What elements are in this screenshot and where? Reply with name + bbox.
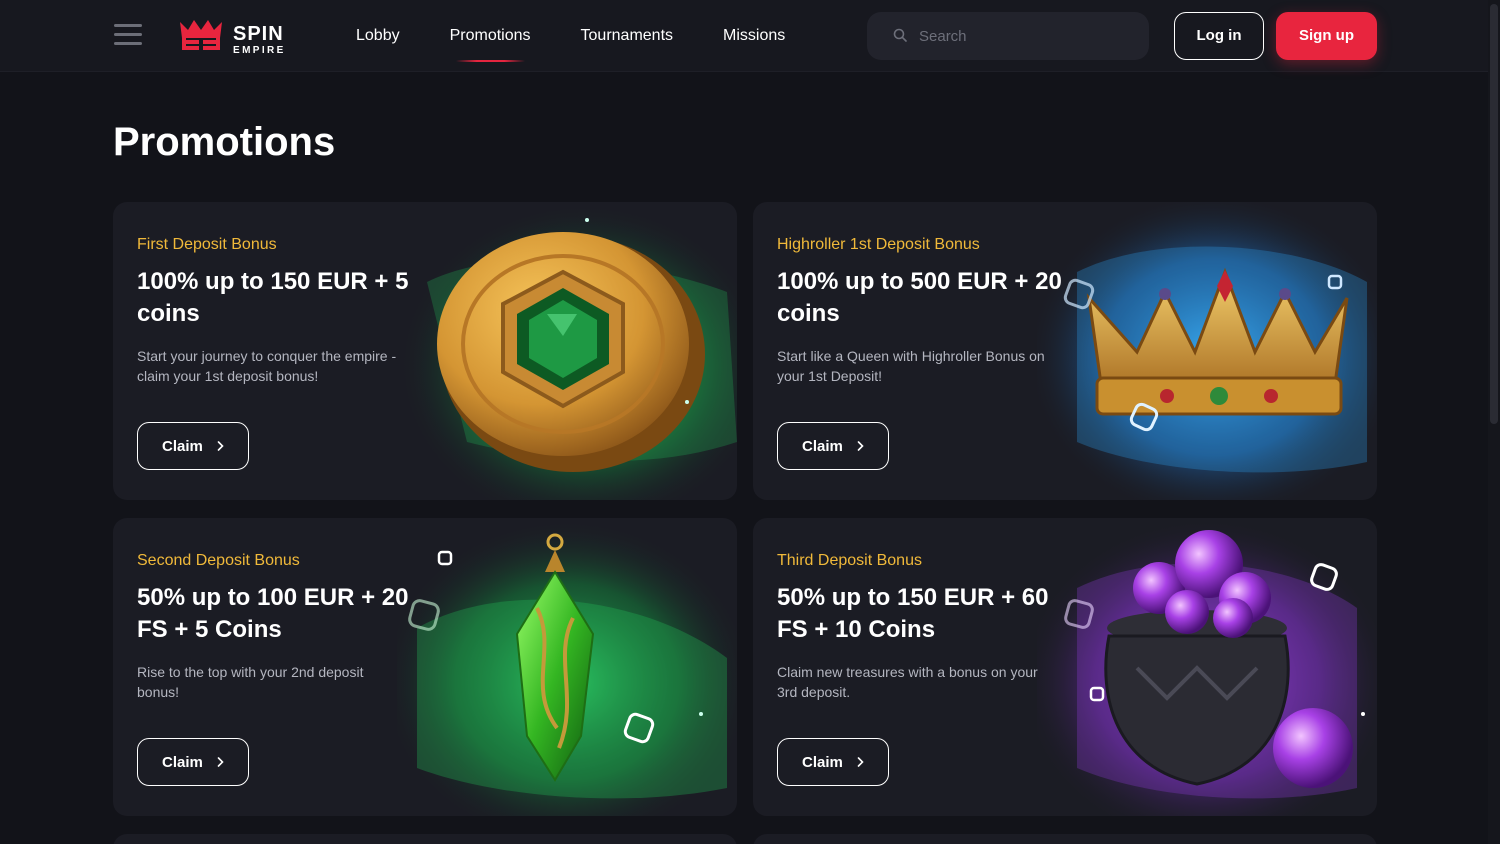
promo-headline: 100% up to 150 EUR + 5 coins bbox=[137, 268, 409, 327]
promo-description: Claim new treasures with a bonus on your… bbox=[777, 664, 1038, 700]
login-button[interactable]: Log in bbox=[1174, 12, 1264, 60]
promo-category: First Deposit Bonus bbox=[137, 236, 277, 253]
promo-card: First Deposit Bonus 100% up to 150 EUR +… bbox=[113, 202, 737, 500]
page-title: Promotions bbox=[113, 120, 336, 164]
nav-missions[interactable]: Missions bbox=[723, 0, 785, 72]
nav-lobby[interactable]: Lobby bbox=[356, 0, 400, 72]
cauldron-purple-orbs-image bbox=[1037, 518, 1377, 816]
promo-card-partial bbox=[753, 834, 1377, 844]
search-icon bbox=[893, 28, 907, 42]
promo-category: Third Deposit Bonus bbox=[777, 552, 922, 569]
claim-button[interactable]: Claim bbox=[137, 738, 249, 786]
promo-card: Second Deposit Bonus 50% up to 100 EUR +… bbox=[113, 518, 737, 816]
claim-label: Claim bbox=[162, 437, 203, 455]
promo-headline: 100% up to 500 EUR + 20 coins bbox=[777, 268, 1062, 327]
promo-description: Start like a Queen with Highroller Bonus… bbox=[777, 348, 1045, 384]
scrollbar-thumb[interactable] bbox=[1490, 4, 1498, 424]
claim-button[interactable]: Claim bbox=[137, 422, 249, 470]
claim-label: Claim bbox=[162, 753, 203, 771]
green-crystal-pendant-image bbox=[397, 518, 737, 816]
nav-tournaments[interactable]: Tournaments bbox=[581, 0, 674, 72]
menu-icon[interactable] bbox=[114, 24, 142, 48]
promo-card-partial bbox=[113, 834, 737, 844]
promo-card: Third Deposit Bonus 50% up to 150 EUR + … bbox=[753, 518, 1377, 816]
promo-description: Rise to the top with your 2nd deposit bo… bbox=[137, 664, 364, 700]
top-header: SPIN EMPIRE Lobby Promotions Tournaments… bbox=[0, 0, 1500, 72]
spin-empire-logo[interactable]: SPIN EMPIRE bbox=[178, 18, 298, 56]
search-input[interactable] bbox=[919, 12, 1134, 60]
promo-headline: 50% up to 100 EUR + 20 FS + 5 Coins bbox=[137, 584, 409, 643]
chevron-right-icon bbox=[217, 441, 224, 451]
search-box bbox=[867, 12, 1149, 60]
claim-button[interactable]: Claim bbox=[777, 422, 889, 470]
main-nav: Lobby Promotions Tournaments Missions bbox=[356, 0, 835, 72]
promo-category: Highroller 1st Deposit Bonus bbox=[777, 236, 980, 253]
nav-promotions[interactable]: Promotions bbox=[450, 0, 531, 72]
chevron-right-icon bbox=[857, 757, 864, 767]
logo-text-spin: SPIN bbox=[233, 23, 284, 45]
logo-text-empire: EMPIRE bbox=[233, 45, 286, 56]
claim-label: Claim bbox=[802, 753, 843, 771]
promo-card: Highroller 1st Deposit Bonus 100% up to … bbox=[753, 202, 1377, 500]
gold-coin-emerald-image bbox=[397, 202, 737, 500]
golden-crown-image bbox=[1037, 202, 1377, 500]
claim-label: Claim bbox=[802, 437, 843, 455]
chevron-right-icon bbox=[857, 441, 864, 451]
crown-logo-icon bbox=[180, 20, 222, 50]
claim-button[interactable]: Claim bbox=[777, 738, 889, 786]
promo-description: Start your journey to conquer the empire… bbox=[137, 348, 397, 384]
promo-headline: 50% up to 150 EUR + 60 FS + 10 Coins bbox=[777, 584, 1049, 643]
signup-button[interactable]: Sign up bbox=[1276, 12, 1377, 60]
chevron-right-icon bbox=[217, 757, 224, 767]
promo-category: Second Deposit Bonus bbox=[137, 552, 300, 569]
scrollbar[interactable] bbox=[1488, 0, 1500, 844]
